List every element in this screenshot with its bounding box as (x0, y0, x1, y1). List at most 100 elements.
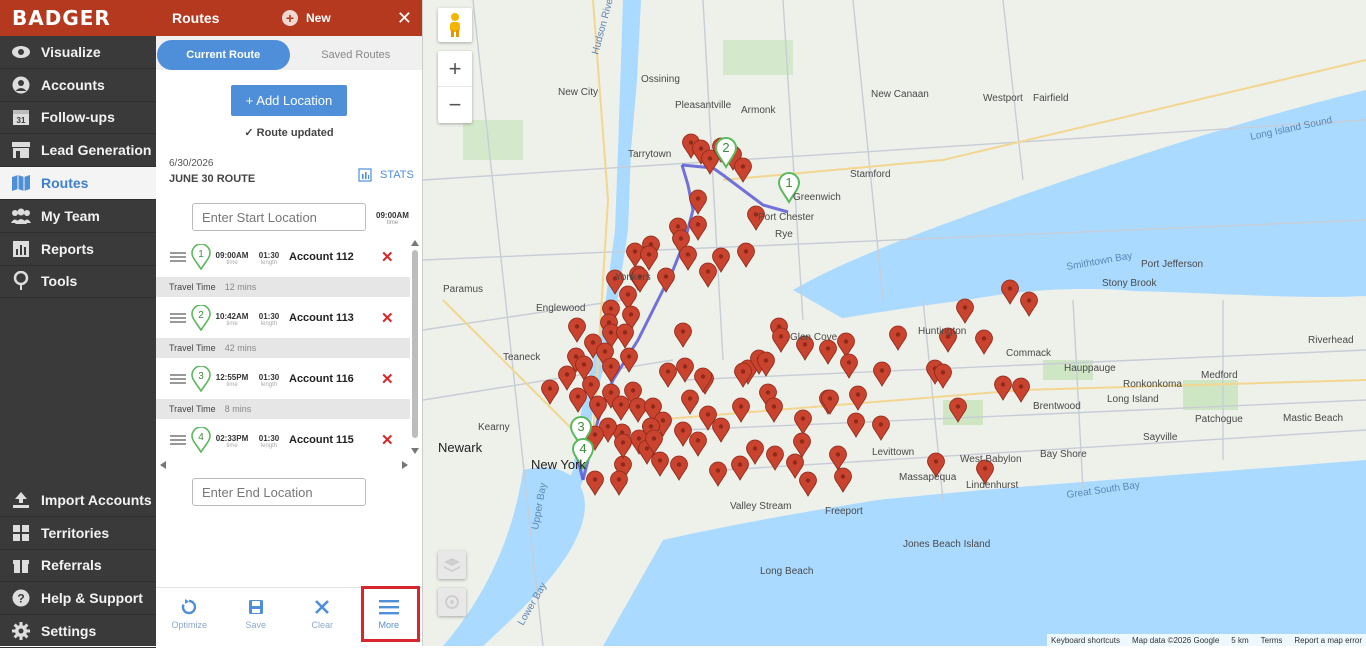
stop-list-scrollbar[interactable] (411, 238, 419, 456)
svg-text:1: 1 (785, 175, 792, 190)
route-stop-row[interactable]: 3 12:55PM time 01:30 length Account 116 ✕ (156, 358, 410, 399)
drag-handle-icon[interactable] (170, 250, 186, 264)
store-icon (10, 141, 32, 159)
svg-text:3: 3 (577, 419, 584, 434)
optimize-label: Optimize (171, 620, 207, 630)
stop-length: 01:30 length (256, 312, 282, 327)
remove-stop-button[interactable]: ✕ (381, 309, 394, 327)
map-place-label: Long Beach (760, 566, 813, 577)
nav-item-label: Settings (41, 623, 97, 640)
remove-stop-button[interactable]: ✕ (381, 248, 394, 266)
pin-icon (10, 271, 32, 291)
clear-icon (315, 600, 330, 614)
svg-text:31: 31 (17, 116, 26, 125)
grid-icon (10, 524, 32, 542)
stop-account-name[interactable]: Account 115 (289, 434, 354, 446)
route-stop-row[interactable]: 1 09:00AM time 01:30 length Account 112 ✕ (156, 236, 410, 277)
nav-item-label: Help & Support (41, 590, 143, 607)
end-location-input[interactable] (192, 478, 366, 506)
more-button[interactable]: More (356, 588, 423, 638)
clear-button[interactable]: Clear (289, 588, 356, 638)
drag-handle-icon[interactable] (170, 372, 186, 386)
nav-item-import-accounts[interactable]: Import Accounts (0, 484, 156, 517)
route-tabs: Current Route Saved Routes (156, 36, 422, 70)
stop-time-caption: time (226, 443, 238, 449)
zoom-out-button[interactable]: − (438, 87, 472, 123)
save-button[interactable]: Save (223, 588, 290, 638)
tab-current-route[interactable]: Current Route (157, 39, 290, 70)
nav-item-reports[interactable]: Reports (0, 233, 156, 266)
route-stop-row[interactable]: 4 02:33PM time 01:30 length Account 115 ✕ (156, 419, 410, 460)
map-place-label: Rye (775, 229, 793, 240)
nav-item-referrals[interactable]: Referrals (0, 550, 156, 583)
tab-saved-routes[interactable]: Saved Routes (290, 40, 423, 70)
map-place-label: Bay Shore (1040, 449, 1087, 460)
route-date: 6/30/2026 (169, 158, 214, 169)
routes-title: Routes (172, 10, 220, 26)
add-location-button[interactable]: + Add Location (231, 85, 347, 116)
map-place-label: Riverhead (1308, 335, 1354, 346)
map-place-label: Kearny (478, 422, 510, 433)
nav-item-follow-ups[interactable]: 31 Follow-ups (0, 102, 156, 135)
route-updated-status: ✓ Route updated (244, 127, 334, 139)
close-panel-button[interactable]: ✕ (397, 8, 412, 29)
map-place-label: Freeport (825, 506, 863, 517)
start-location-input[interactable] (192, 203, 366, 231)
map-place-label: Greenwich (793, 192, 841, 203)
stop-account-name[interactable]: Account 116 (289, 373, 354, 385)
nav-item-visualize[interactable]: Visualize (0, 36, 156, 69)
stop-length-value: 01:30 (258, 251, 280, 260)
zoom-in-button[interactable]: + (438, 51, 472, 87)
stop-length: 01:30 length (256, 434, 282, 449)
nav-item-label: Import Accounts (41, 491, 152, 508)
nav-item-settings[interactable]: Settings (0, 615, 156, 648)
attribution-item: 5 km (1231, 635, 1249, 645)
my-location-button[interactable] (438, 588, 466, 616)
nav-item-label: Follow-ups (41, 109, 115, 126)
map-place-label: Commack (1006, 348, 1052, 359)
street-view-pegman-button[interactable] (438, 8, 472, 42)
nav-item-help-support[interactable]: ? Help & Support (0, 582, 156, 616)
map-place-label: West Babylon (960, 454, 1022, 465)
drag-handle-icon[interactable] (170, 311, 186, 325)
map-view[interactable]: 1234 Hudson River New City Ossining Pleasan… (423, 0, 1366, 646)
nav-item-lead-generation[interactable]: Lead Generation (0, 134, 156, 168)
nav-item-tools[interactable]: Tools (0, 266, 156, 299)
route-stop-row[interactable]: 2 10:42AM time 01:30 length Account 113 ✕ (156, 297, 410, 338)
attribution-item[interactable]: Keyboard shortcuts (1051, 636, 1120, 645)
nav-item-routes[interactable]: Routes (0, 167, 156, 200)
calendar-icon: 31 (10, 108, 32, 126)
travel-time-label: Travel Time (169, 343, 216, 353)
svg-text:4: 4 (579, 441, 586, 456)
pegman-icon (450, 13, 460, 37)
badger-logo[interactable]: BADGER (0, 0, 156, 36)
start-time-caption: time (386, 220, 399, 226)
map-place-label: Paramus (443, 284, 483, 295)
remove-stop-button[interactable]: ✕ (381, 370, 394, 388)
nav-item-my-team[interactable]: My Team (0, 200, 156, 233)
map-place-label: Yonkers (615, 272, 651, 283)
travel-time-label: Travel Time (169, 282, 216, 292)
remove-stop-button[interactable]: ✕ (381, 431, 394, 449)
new-route-button[interactable]: + New (282, 10, 331, 26)
stop-list-hscrollbar[interactable] (160, 460, 408, 470)
drag-handle-icon[interactable] (170, 433, 186, 447)
layers-button[interactable] (438, 551, 466, 579)
stop-account-name[interactable]: Account 112 (289, 251, 354, 263)
nav-item-label: Tools (41, 273, 78, 290)
nav-item-accounts[interactable]: Accounts (0, 69, 156, 102)
map-place-label: Hauppauge (1064, 363, 1116, 374)
map-canvas[interactable]: 1234 Hudson RiverNew CityOssiningPleasan… (423, 0, 1366, 646)
stats-button[interactable]: STATS (358, 168, 414, 182)
attribution-item[interactable]: Report a map error (1294, 636, 1362, 645)
clear-label: Clear (311, 620, 333, 630)
map-place-label: Pleasantville (675, 100, 732, 111)
map-place-label: Stony Brook (1102, 278, 1157, 289)
map-place-label: Long Island (1107, 394, 1159, 405)
nav-item-label: Reports (41, 240, 94, 257)
travel-time-row: Travel Time 42 mins (156, 338, 410, 358)
nav-item-territories[interactable]: Territories (0, 517, 156, 550)
attribution-item[interactable]: Terms (1261, 636, 1283, 645)
optimize-button[interactable]: Optimize (156, 588, 223, 638)
stop-account-name[interactable]: Account 113 (289, 312, 354, 324)
